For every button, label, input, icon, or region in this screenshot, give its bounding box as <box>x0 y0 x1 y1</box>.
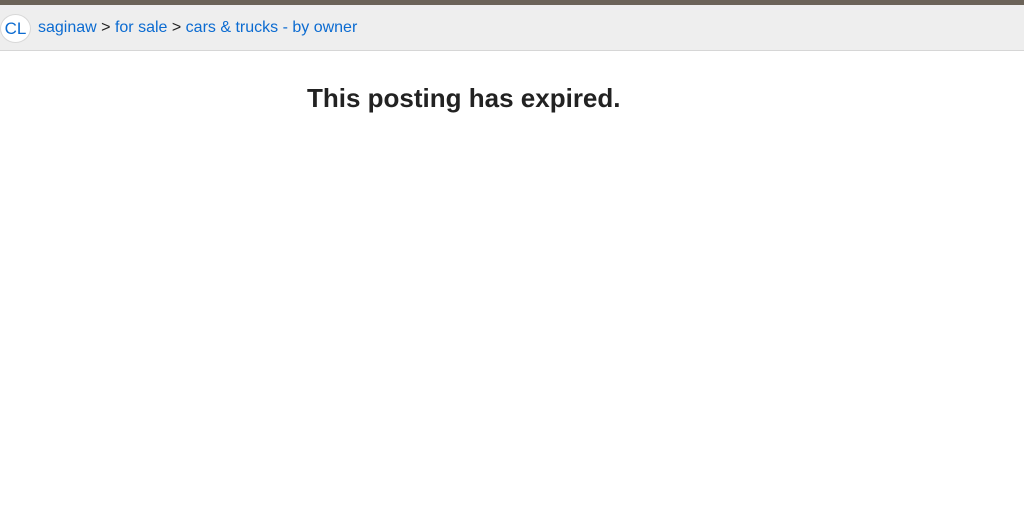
craigslist-logo-link[interactable]: CL <box>0 14 31 43</box>
breadcrumb-category-link[interactable]: cars & trucks - by owner <box>186 19 358 36</box>
breadcrumb-bar: CL saginaw > for sale > cars & trucks - … <box>0 5 1024 51</box>
breadcrumb-separator: > <box>171 19 186 36</box>
breadcrumb-separator: > <box>101 19 115 36</box>
breadcrumb: saginaw > for sale > cars & trucks - by … <box>38 19 357 37</box>
breadcrumb-area-link[interactable]: saginaw <box>38 19 97 36</box>
breadcrumb-section-link[interactable]: for sale <box>115 19 167 36</box>
expired-message: This posting has expired. <box>307 83 621 113</box>
